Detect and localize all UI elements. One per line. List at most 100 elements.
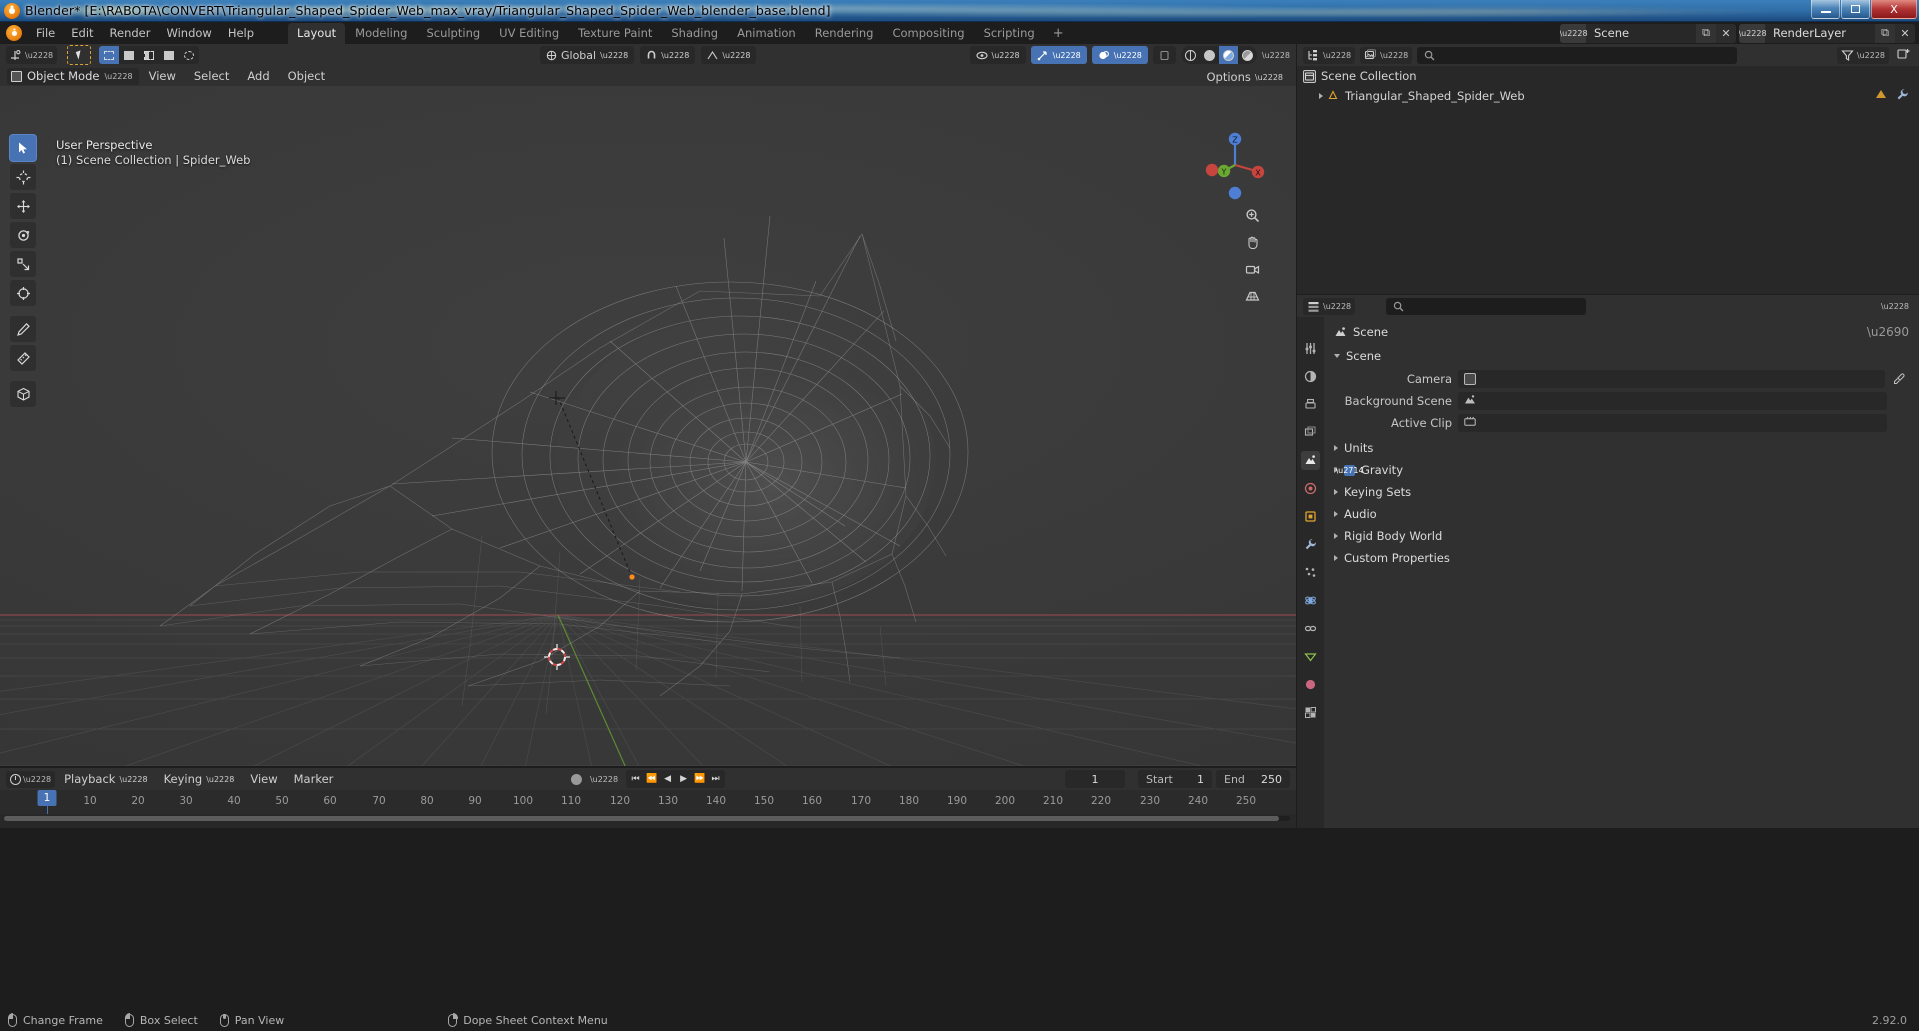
timeline-keying-menu[interactable]: Keying \u2228 <box>157 771 242 787</box>
viewport-menu-object[interactable]: Object <box>280 68 333 84</box>
scene-panel-header[interactable]: Scene <box>1324 345 1919 367</box>
view-layer-icon[interactable]: \u2228 <box>1739 23 1767 43</box>
shading-material-button[interactable] <box>1218 46 1238 64</box>
end-frame-field[interactable]: End 250 <box>1216 770 1290 788</box>
blender-logo-icon[interactable] <box>6 25 22 41</box>
properties-tab-texture[interactable] <box>1301 703 1320 722</box>
transform-orientation-selector[interactable]: Global \u2228 <box>540 46 635 64</box>
mesh-data-icon[interactable] <box>1874 88 1888 105</box>
disclosure-triangle-icon[interactable] <box>1334 555 1338 561</box>
editor-divider-timeline[interactable] <box>0 766 1296 768</box>
properties-tab-particles[interactable] <box>1301 563 1320 582</box>
viewport-options-dropdown[interactable]: Options \u2228 <box>1199 68 1290 86</box>
play-button[interactable]: ▶ <box>676 770 691 788</box>
properties-tab-view-layer[interactable] <box>1301 423 1320 442</box>
viewport-menu-select[interactable]: Select <box>186 68 237 84</box>
properties-options-chevron-icon[interactable]: \u2228 <box>1881 302 1919 311</box>
new-scene-button[interactable]: ⧉ <box>1696 23 1716 43</box>
tab-shading[interactable]: Shading <box>662 23 727 44</box>
auto-keying-record-icon[interactable] <box>570 773 582 785</box>
disclosure-triangle-icon[interactable] <box>1334 533 1338 539</box>
editor-divider-horizontal[interactable] <box>1297 294 1919 295</box>
outliner-search-input[interactable] <box>1417 46 1738 64</box>
menu-window[interactable]: Window <box>158 24 219 42</box>
tab-rendering[interactable]: Rendering <box>806 23 883 44</box>
jump-to-prev-keyframe-button[interactable]: ⏪ <box>644 770 659 788</box>
add-workspace-button[interactable]: + <box>1045 24 1072 43</box>
outliner-editor-type-selector[interactable]: \u2228 <box>1303 46 1356 64</box>
properties-tab-material[interactable] <box>1301 675 1320 694</box>
section-gravity[interactable]: \u2714 Gravity <box>1324 459 1919 481</box>
3d-viewport-area[interactable]: \u2228 Global \u2228 \u2228 \u2228 \u222… <box>0 44 1296 768</box>
disclosure-triangle-icon[interactable] <box>1334 354 1340 358</box>
outliner-tree[interactable]: Scene Collection Triangular_Shaped_Spide… <box>1297 66 1919 294</box>
view-layer-name[interactable]: RenderLayer <box>1765 24 1875 43</box>
current-frame-field[interactable]: 1 <box>1065 770 1125 788</box>
properties-tab-scene[interactable] <box>1301 451 1320 470</box>
tab-uv-editing[interactable]: UV Editing <box>490 23 568 44</box>
outliner-filter-button[interactable]: \u2228 <box>1836 46 1889 64</box>
jump-to-start-button[interactable]: ⏮ <box>628 770 643 788</box>
camera-eyedropper-icon[interactable] <box>1891 370 1907 388</box>
viewport-menu-add[interactable]: Add <box>239 68 277 84</box>
start-frame-field[interactable]: Start 1 <box>1138 770 1212 788</box>
scene-name[interactable]: Scene <box>1586 24 1696 43</box>
tab-sculpting[interactable]: Sculpting <box>417 23 489 44</box>
play-reverse-button[interactable]: ◀ <box>660 770 675 788</box>
timeline-marker-menu[interactable]: Marker <box>287 771 341 787</box>
section-audio[interactable]: Audio <box>1324 503 1919 525</box>
overlays-toggle[interactable]: \u2228 <box>1091 46 1148 64</box>
proportional-editing-button[interactable]: \u2228 <box>701 46 757 64</box>
active-clip-field[interactable] <box>1458 414 1887 432</box>
properties-tab-physics[interactable] <box>1301 591 1320 610</box>
menu-file[interactable]: File <box>28 24 63 42</box>
tool-add-cube[interactable] <box>9 380 37 408</box>
menu-edit[interactable]: Edit <box>63 24 101 42</box>
outliner-display-mode-selector[interactable]: \u2228 <box>1360 46 1413 64</box>
xray-toggle[interactable] <box>1152 46 1176 64</box>
new-view-layer-button[interactable]: ⧉ <box>1875 23 1895 43</box>
timeline-horizontal-scrollbar[interactable] <box>4 816 1290 821</box>
scene-icon[interactable]: \u2228 <box>1560 23 1588 43</box>
tool-scale[interactable] <box>9 250 37 278</box>
section-keying-sets[interactable]: Keying Sets <box>1324 481 1919 503</box>
background-scene-field[interactable] <box>1458 392 1887 410</box>
scene-selector[interactable]: \u2228 Scene ⧉ ✕ <box>1560 23 1736 43</box>
disclosure-triangle-icon[interactable] <box>1334 489 1338 495</box>
properties-tab-world[interactable] <box>1301 479 1320 498</box>
visibility-selector[interactable]: \u2228 <box>969 46 1026 64</box>
properties-tab-tool[interactable] <box>1301 339 1320 358</box>
tab-scripting[interactable]: Scripting <box>975 23 1044 44</box>
pan-hand-icon[interactable] <box>1243 233 1262 252</box>
tool-3d-cursor[interactable] <box>9 163 37 191</box>
select-extend-button[interactable] <box>119 46 139 64</box>
tool-annotate[interactable] <box>9 315 37 343</box>
jump-to-next-keyframe-button[interactable]: ⏩ <box>692 770 707 788</box>
properties-editor-type-selector[interactable]: \u2228 <box>1303 297 1356 315</box>
zoom-icon[interactable] <box>1243 206 1262 225</box>
tool-tweak-select[interactable] <box>9 134 37 162</box>
auto-keying-chevron-icon[interactable]: \u2228 <box>590 775 618 784</box>
disclosure-triangle-icon[interactable] <box>1334 511 1338 517</box>
disclosure-triangle-icon[interactable] <box>1319 93 1323 99</box>
timeline-view-menu[interactable]: View <box>243 771 284 787</box>
camera-field[interactable] <box>1458 370 1885 388</box>
navigation-gizmo[interactable]: Z X Y <box>1198 128 1272 202</box>
shading-solid-button[interactable] <box>1200 46 1219 64</box>
properties-tab-object[interactable] <box>1301 507 1320 526</box>
section-custom-properties[interactable]: Custom Properties <box>1324 547 1919 569</box>
disclosure-triangle-icon[interactable] <box>1334 445 1338 451</box>
select-subtract-button[interactable] <box>139 46 159 64</box>
select-invert-button[interactable] <box>159 46 179 64</box>
menu-help[interactable]: Help <box>220 24 262 42</box>
properties-tab-modifier[interactable] <box>1301 535 1320 554</box>
modifier-wrench-icon[interactable] <box>1896 88 1909 104</box>
shading-rendered-button[interactable] <box>1238 46 1257 64</box>
tool-transform[interactable] <box>9 279 37 307</box>
viewport-canvas[interactable]: User Perspective (1) Scene Collection | … <box>0 86 1296 768</box>
properties-tab-object-data[interactable] <box>1301 647 1320 666</box>
view-layer-selector[interactable]: \u2228 RenderLayer ⧉ ✕ <box>1739 23 1915 43</box>
tab-texture-paint[interactable]: Texture Paint <box>569 23 661 44</box>
properties-tab-output[interactable] <box>1301 395 1320 414</box>
tab-layout[interactable]: Layout <box>288 22 346 44</box>
